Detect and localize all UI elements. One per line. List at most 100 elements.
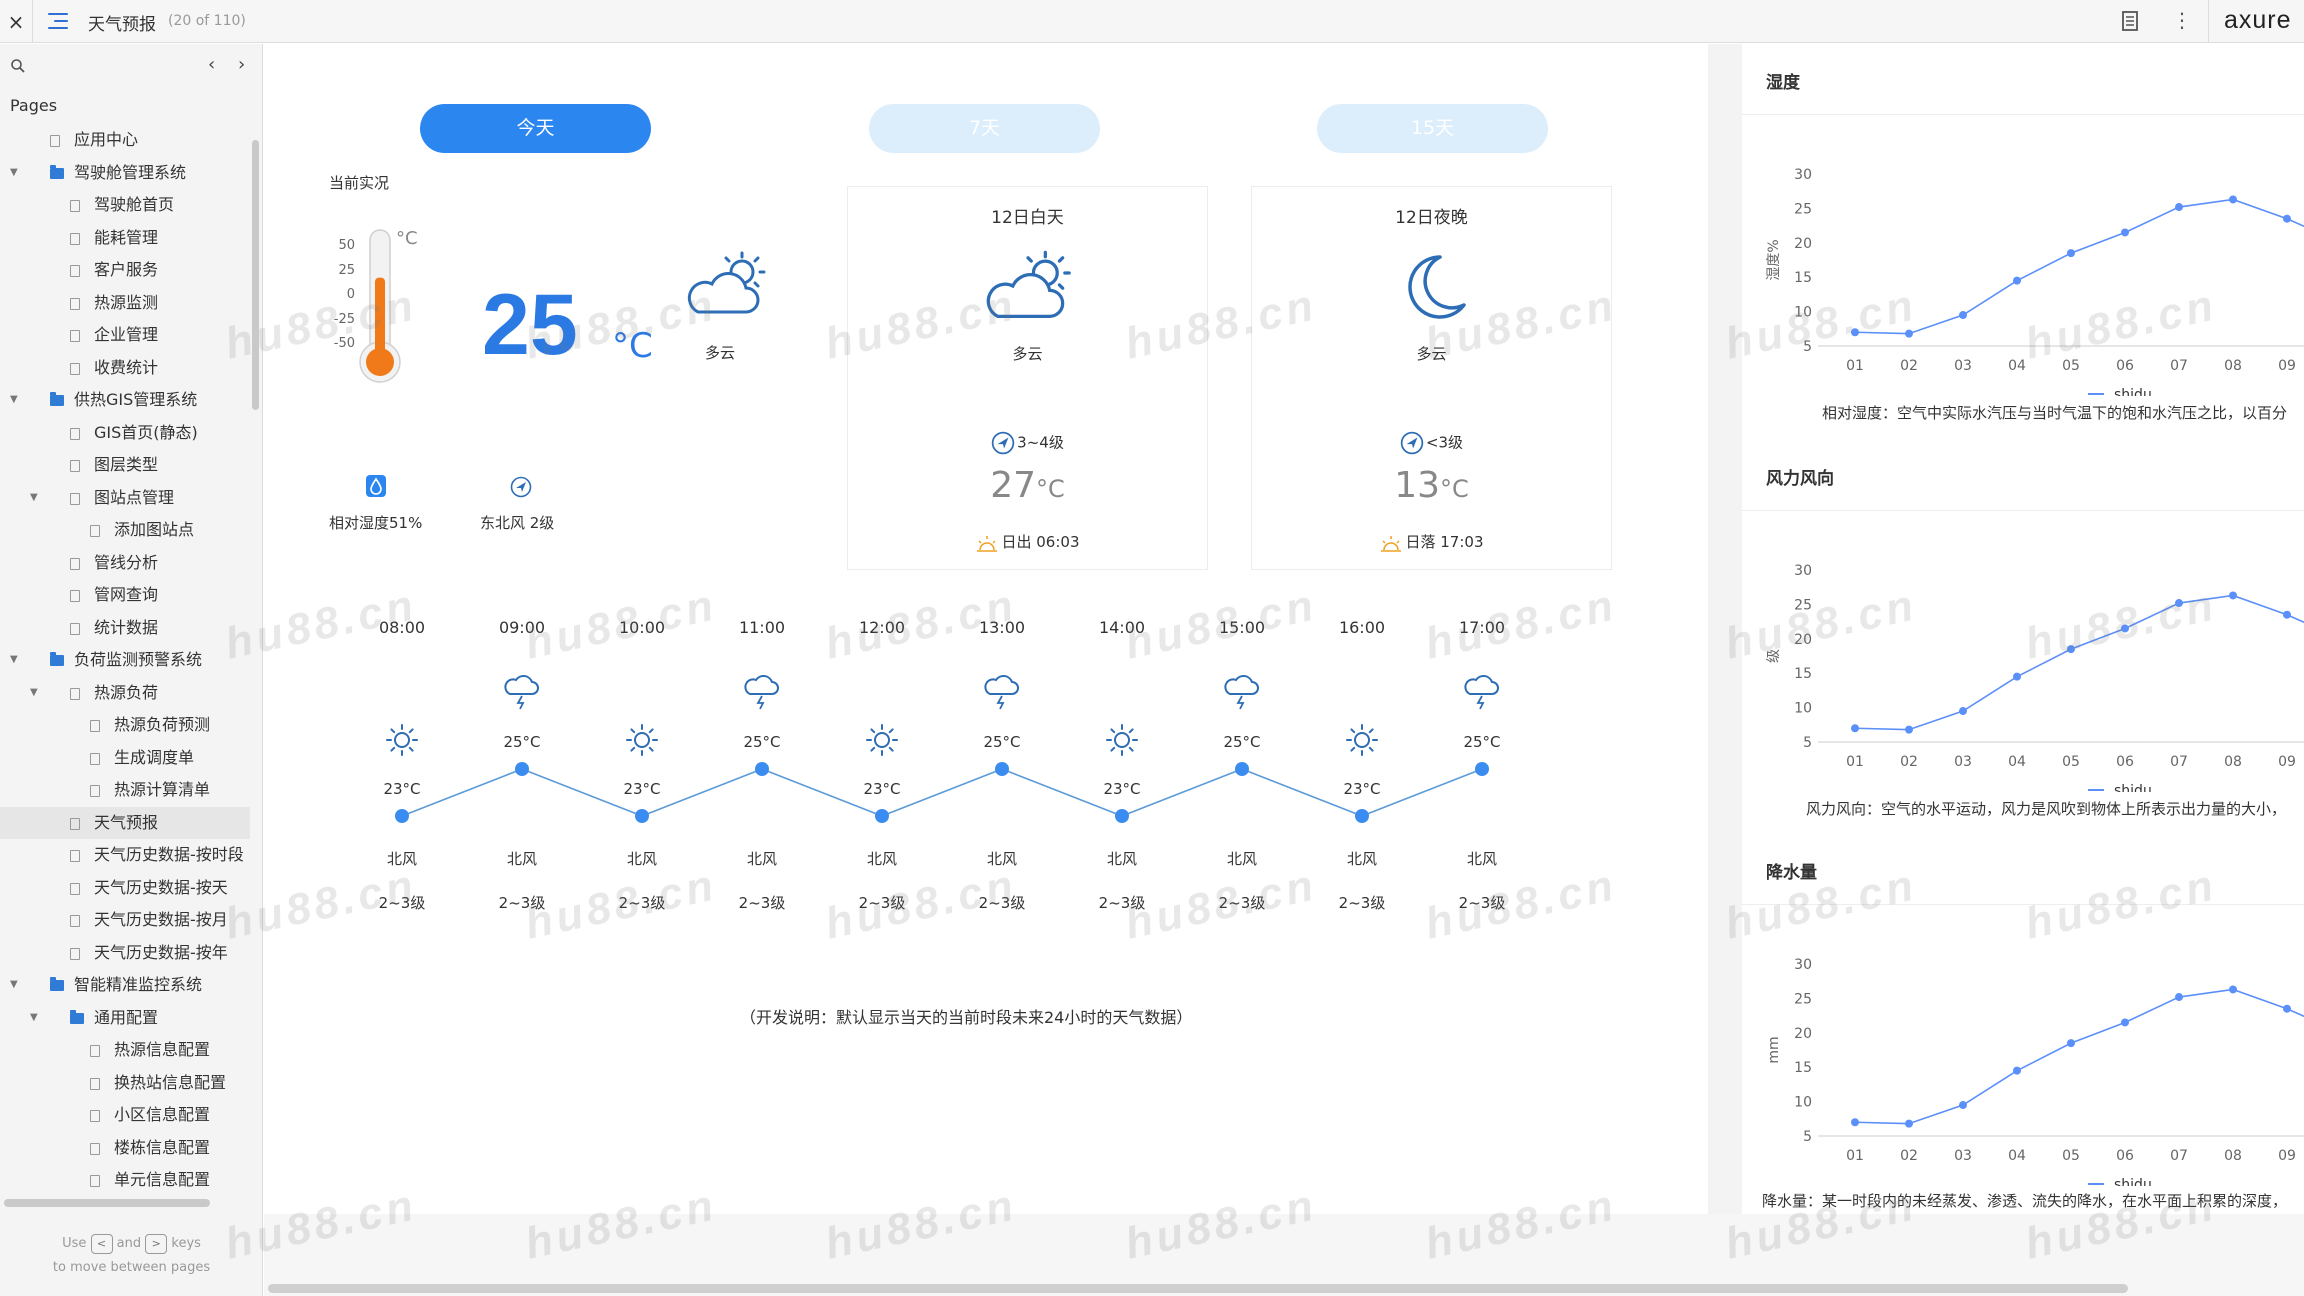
sidebar-item[interactable]: 小区信息配置 — [0, 1099, 250, 1132]
series-line — [1854, 198, 2304, 335]
daytime-wind: 3~4级 — [848, 431, 1207, 455]
sidebar-item[interactable]: 热源监测 — [0, 287, 250, 320]
sidebar-item[interactable]: ▼ 图站点管理 — [0, 482, 250, 515]
sidebar-item[interactable]: 楼栋信息配置 — [0, 1132, 250, 1165]
sunrise-icon — [976, 535, 997, 552]
expand-caret-icon[interactable]: ▼ — [30, 677, 38, 710]
sidebar-item[interactable]: ▼ 供热GIS管理系统 — [0, 384, 250, 417]
hour-wind-direction: 北风 — [1347, 850, 1377, 868]
more-options-icon[interactable]: ⋮ — [2172, 9, 2192, 33]
sidebar-item[interactable]: 添加图站点 — [0, 514, 250, 547]
x-tick-label: 02 — [1900, 754, 1918, 770]
expand-caret-icon[interactable]: ▼ — [10, 969, 18, 1002]
sidebar-item-label: 管网查询 — [94, 585, 159, 604]
page-title: 天气预报 — [88, 15, 156, 35]
sidebar-item[interactable]: 热源负荷预测 — [0, 709, 250, 742]
sidebar-item-label: 负荷监测预警系统 — [74, 650, 203, 669]
wind-panel-title: 风力风向 — [1766, 469, 1834, 489]
sidebar-item[interactable]: ▼ 负荷监测预警系统 — [0, 644, 250, 677]
expand-caret-icon[interactable]: ▼ — [30, 482, 38, 515]
x-tick-label: 02 — [1900, 1148, 1918, 1164]
data-point — [1851, 724, 1859, 733]
sidebar-item[interactable]: 图层类型 — [0, 449, 250, 482]
sidebar-item[interactable]: 管线分析 — [0, 547, 250, 580]
sidebar-item-label: GIS首页(静态) — [94, 422, 198, 442]
sidebar-item[interactable]: GIS首页(静态) — [0, 417, 250, 450]
data-point — [2067, 645, 2075, 654]
sidebar-item[interactable]: 生成调度单 — [0, 742, 250, 775]
menu-icon[interactable] — [48, 11, 70, 31]
night-forecast-card: 12日夜晚 多云 <3级 13°C 日落 17:03 — [1251, 186, 1612, 570]
sidebar-item[interactable]: 应用中心 — [0, 124, 250, 157]
sidebar-item[interactable]: 客户服务 — [0, 254, 250, 287]
sidebar-item[interactable]: 天气预报 — [0, 806, 250, 839]
canvas-horizontal-scrollbar[interactable] — [268, 1284, 2128, 1293]
sidebar-item[interactable]: 单元信息配置 — [0, 1164, 250, 1197]
notes-icon[interactable] — [2121, 10, 2139, 32]
sidebar-vertical-scrollbar[interactable] — [252, 140, 259, 410]
tab-15-days[interactable]: 15天 — [1317, 104, 1548, 153]
hour-label: 09:00 — [499, 618, 545, 637]
precipitation-desc: 降水量：某一时段内的未经蒸发、渗透、流失的降水，在水平面上积累的深度， — [1762, 1192, 2288, 1210]
search-icon[interactable] — [10, 58, 26, 74]
canvas-gap — [1708, 44, 1742, 1214]
data-point — [1851, 328, 1859, 337]
sun-icon — [1346, 724, 1378, 756]
sidebar-item[interactable]: 驾驶舱首页 — [0, 189, 250, 222]
sidebar-item[interactable]: 热源信息配置 — [0, 1034, 250, 1067]
sidebar-item[interactable]: 企业管理 — [0, 319, 250, 352]
night-temp-value: 13 — [1394, 465, 1441, 506]
humidity-text: 相对湿度51% — [329, 514, 423, 532]
sidebar-item[interactable]: 收费统计 — [0, 352, 250, 385]
hour-label: 10:00 — [619, 618, 665, 637]
left-key-icon: < — [90, 1233, 113, 1254]
next-page-button[interactable]: › — [238, 54, 245, 75]
sidebar-horizontal-scrollbar[interactable] — [4, 1199, 210, 1207]
page-icon — [70, 915, 80, 927]
sidebar-item[interactable]: ▼ 通用配置 — [0, 1002, 250, 1035]
expand-caret-icon[interactable]: ▼ — [10, 384, 18, 417]
pages-heading: Pages — [10, 96, 58, 115]
page-icon — [70, 492, 80, 505]
sidebar-item[interactable]: 统计数据 — [0, 612, 250, 645]
x-tick-label: 06 — [2116, 1148, 2134, 1164]
panel-divider — [1742, 904, 2304, 905]
sidebar-item[interactable]: 天气历史数据-按时段 — [0, 839, 250, 872]
sunset-icon — [1380, 535, 1401, 552]
expand-caret-icon[interactable]: ▼ — [30, 1002, 38, 1035]
expand-caret-icon[interactable]: ▼ — [10, 644, 18, 677]
page-icon — [70, 362, 80, 375]
hour-wind-level: 2~3级 — [1339, 894, 1386, 912]
tab-7-days[interactable]: 7天 — [869, 104, 1100, 153]
prev-page-button[interactable]: ‹ — [208, 54, 215, 75]
hour-wind-direction: 北风 — [1107, 850, 1137, 868]
sidebar-item[interactable]: 天气历史数据-按年 — [0, 937, 250, 970]
sidebar-item[interactable]: 管网查询 — [0, 579, 250, 612]
sidebar-item-label: 生成调度单 — [114, 747, 195, 767]
sidebar-item[interactable]: ▼ 驾驶舱管理系统 — [0, 157, 250, 190]
expand-caret-icon[interactable]: ▼ — [10, 157, 18, 190]
sidebar-item-label: 管线分析 — [94, 552, 159, 572]
night-temp-unit: °C — [1440, 475, 1469, 503]
x-tick-label: 08 — [2224, 358, 2242, 374]
sidebar-item[interactable]: 换热站信息配置 — [0, 1067, 250, 1100]
hour-label: 13:00 — [979, 618, 1025, 637]
hour-temp-label: 23°C — [1343, 780, 1380, 798]
hour-wind-level: 2~3级 — [739, 894, 786, 912]
y-tick-label: 20 — [1794, 632, 1812, 648]
tab-today[interactable]: 今天 — [420, 104, 651, 153]
sidebar-item[interactable]: 热源计算清单 — [0, 774, 250, 807]
hint-and: and — [116, 1236, 142, 1251]
page-icon — [70, 265, 80, 277]
page-icon — [70, 427, 80, 440]
data-point — [2283, 610, 2291, 619]
data-point — [1959, 1101, 1967, 1110]
sidebar-item[interactable]: 天气历史数据-按天 — [0, 872, 250, 905]
sidebar-item[interactable]: ▼ 智能精准监控系统 — [0, 969, 250, 1002]
legend-label: shidu — [2114, 1177, 2152, 1186]
temperature-point — [1115, 809, 1129, 823]
close-button[interactable]: × — [0, 0, 33, 43]
sidebar-item[interactable]: 天气历史数据-按月 — [0, 904, 250, 937]
sidebar-item[interactable]: 能耗管理 — [0, 222, 250, 255]
sidebar-item[interactable]: ▼ 热源负荷 — [0, 677, 250, 710]
